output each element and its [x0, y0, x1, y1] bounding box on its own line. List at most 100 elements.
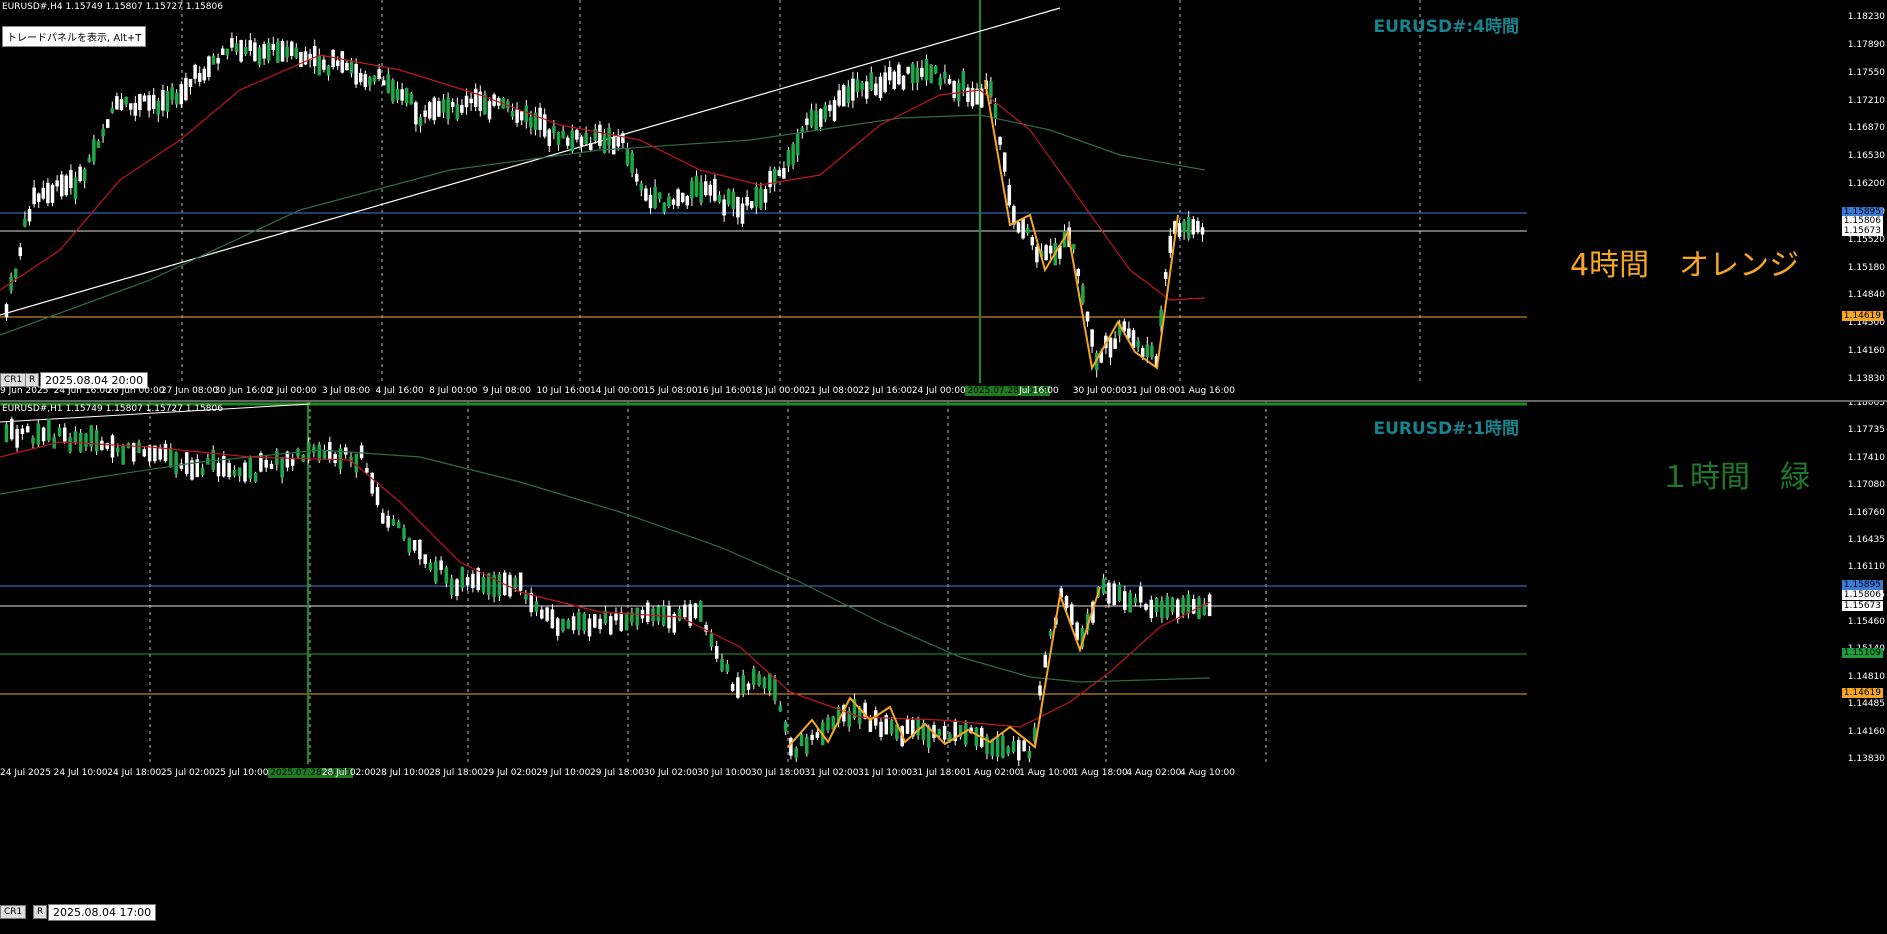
candle-body	[36, 193, 41, 203]
candle-body	[565, 137, 570, 146]
candle-body	[481, 577, 486, 593]
candle-body	[184, 452, 189, 474]
candle-body	[883, 72, 887, 92]
h4-chart-pane[interactable]: EURUSD#,H4 1.15749 1.15807 1.15727 1.158…	[0, 0, 1887, 398]
candle-body	[653, 186, 657, 209]
candle-body	[714, 646, 719, 659]
h1-chart-canvas[interactable]	[0, 402, 1887, 934]
y-tick-label: 1.17080	[1847, 480, 1885, 491]
candle-body	[809, 109, 814, 127]
candle-body	[550, 609, 555, 629]
candle-body	[4, 304, 9, 318]
candle-body	[423, 554, 427, 564]
candle-body	[78, 166, 82, 182]
candle-body	[713, 178, 717, 201]
candle-body	[1186, 217, 1191, 239]
candle-body	[27, 208, 32, 222]
y-tick-label: 1.16435	[1847, 534, 1885, 545]
candle-body	[31, 437, 35, 444]
candle-body	[619, 612, 624, 631]
candle-body	[933, 65, 938, 74]
candle-body	[25, 426, 30, 433]
candle-body	[791, 143, 795, 165]
candle-body	[901, 75, 906, 90]
candle-body	[312, 446, 316, 453]
candle-body	[163, 443, 168, 461]
candle-body	[722, 199, 726, 216]
candle-body	[746, 683, 751, 690]
x-tick-label: 8 Jul 00:00	[429, 386, 478, 396]
candle-body	[455, 579, 459, 596]
candle-body	[170, 87, 174, 100]
candle-body	[220, 48, 225, 55]
candle-body	[634, 173, 639, 182]
h4-chart-canvas[interactable]	[0, 0, 1887, 398]
candle-body	[529, 593, 533, 613]
trade-panel-button[interactable]: トレードパネルを表示, Alt+T	[2, 26, 147, 47]
candle-body	[823, 105, 828, 120]
x-tick-label: 28 Jul 10:00	[375, 768, 430, 778]
candle-body	[964, 723, 968, 745]
candle-body	[87, 157, 92, 163]
candle-body	[614, 612, 618, 621]
candle-body	[365, 467, 369, 473]
candle-body	[869, 72, 874, 91]
candle-body	[736, 677, 740, 698]
candle-body	[910, 63, 915, 84]
candle-body	[41, 427, 46, 442]
candle-body	[396, 521, 401, 529]
price-level-label: 1.15806	[1841, 590, 1883, 600]
candle-body	[1002, 152, 1007, 172]
candle-body	[372, 75, 377, 82]
candle-body	[1076, 269, 1081, 277]
candle-body	[966, 87, 970, 102]
candle-body	[624, 614, 629, 631]
y-tick-label: 1.16760	[1847, 507, 1885, 518]
candle-body	[262, 44, 266, 59]
candle-body	[897, 64, 901, 85]
candle-body	[783, 721, 788, 732]
candle-body	[759, 188, 763, 209]
candle-body	[693, 603, 698, 619]
candle-body	[860, 82, 864, 90]
candle-body	[943, 71, 947, 79]
x-tick-label: 31 Jul 02:00	[804, 768, 859, 778]
h1-timestamp: 2025.08.04 17:00	[48, 904, 157, 921]
candle-body	[18, 247, 23, 257]
y-tick-label: 1.16110	[1847, 562, 1885, 573]
candle-body	[441, 99, 446, 113]
candle-body	[359, 445, 364, 459]
candle-body	[137, 442, 141, 453]
candle-body	[306, 441, 311, 458]
x-tick-label: 30 Jul 10:00	[697, 768, 752, 778]
h4-chart-title: EURUSD#:4時間	[1373, 17, 1519, 37]
candle-body	[671, 199, 676, 205]
candle-body	[646, 602, 650, 623]
candle-body	[782, 168, 786, 179]
candle-body	[1044, 245, 1048, 260]
candle-body	[616, 135, 621, 147]
h1-chart-pane[interactable]: EURUSD#,H1 1.15749 1.15807 1.15727 1.158…	[0, 400, 1887, 934]
candle-body	[805, 118, 809, 125]
candle-body	[84, 433, 88, 447]
candle-body	[906, 66, 910, 74]
candle-body	[59, 174, 64, 197]
candle-body	[915, 67, 920, 83]
candle-body	[239, 40, 243, 62]
price-level-label: 1.15673	[1841, 226, 1883, 236]
candle-body	[230, 38, 234, 48]
candle-body	[427, 102, 432, 119]
candle-body	[69, 170, 73, 189]
candle-body	[942, 726, 947, 740]
candle-body	[519, 111, 524, 121]
x-tick-label: 24 Jul 00:00	[911, 386, 966, 396]
candle-body	[232, 469, 237, 476]
candle-body	[667, 196, 671, 207]
candle-body	[243, 47, 248, 54]
candle-body	[575, 129, 579, 140]
x-tick-label: 25 Jul 02:00	[160, 768, 215, 778]
candle-body	[924, 58, 929, 81]
candle-body	[110, 435, 115, 458]
candle-body	[1007, 185, 1012, 206]
candle-body	[767, 673, 772, 692]
